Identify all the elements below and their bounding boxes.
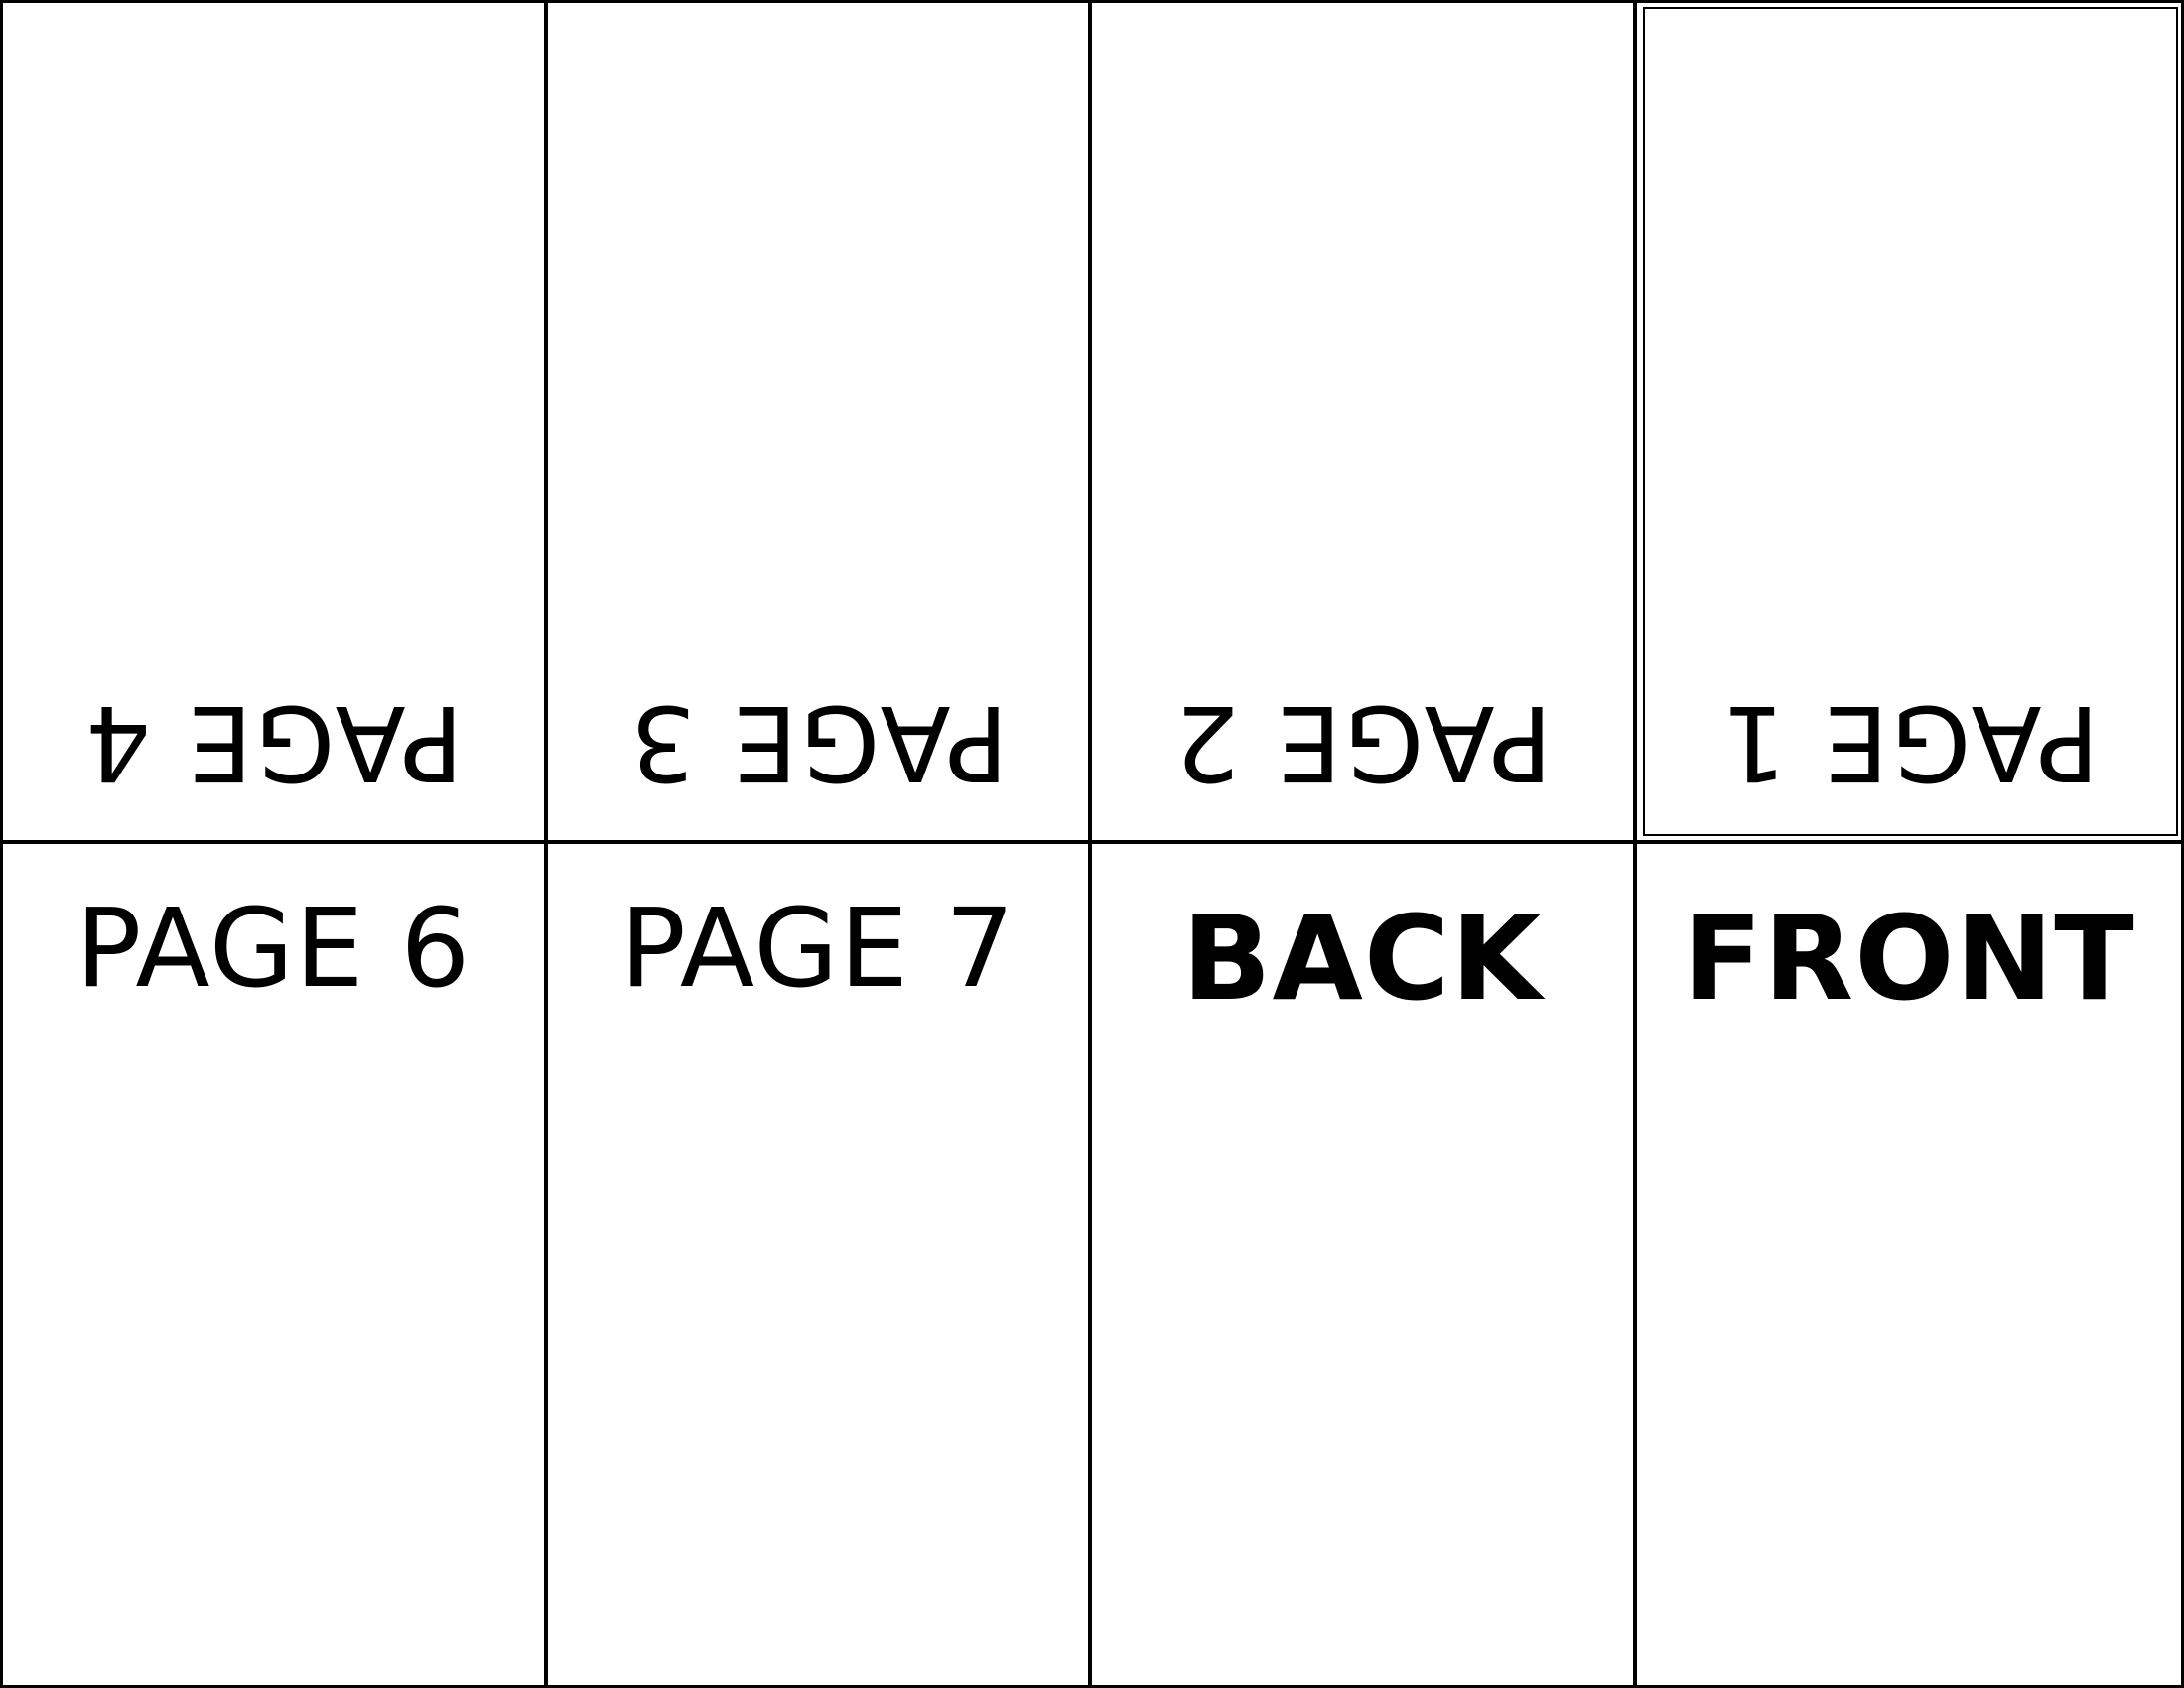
panel-label-page-2: PAGE 2: [1171, 682, 1553, 803]
panel-page-6: PAGE 6: [3, 844, 548, 1685]
panel-back: BACK: [1092, 844, 1637, 1685]
panel-label-back: BACK: [1181, 890, 1543, 1027]
booklet-template-sheet: PAGE 4 PAGE 3 PAGE 2 PAGE 1 PAGE 6 PAGE …: [0, 0, 2184, 1688]
panel-label-page-4: PAGE 4: [82, 682, 464, 803]
panel-front: FRONT: [1637, 844, 2182, 1685]
panel-page-3: PAGE 3: [547, 3, 1092, 844]
panel-page-1: PAGE 1: [1636, 3, 2181, 844]
panel-label-page-7: PAGE 7: [619, 885, 1016, 1012]
panel-page-7: PAGE 7: [548, 844, 1092, 1685]
panel-label-page-3: PAGE 3: [627, 682, 1009, 803]
panel-label-page-6: PAGE 6: [75, 885, 472, 1012]
panel-label-front: FRONT: [1682, 890, 2135, 1027]
panel-page-4: PAGE 4: [3, 3, 548, 844]
panel-page-2: PAGE 2: [1092, 3, 1637, 844]
panel-label-page-1: PAGE 1: [1718, 682, 2100, 803]
